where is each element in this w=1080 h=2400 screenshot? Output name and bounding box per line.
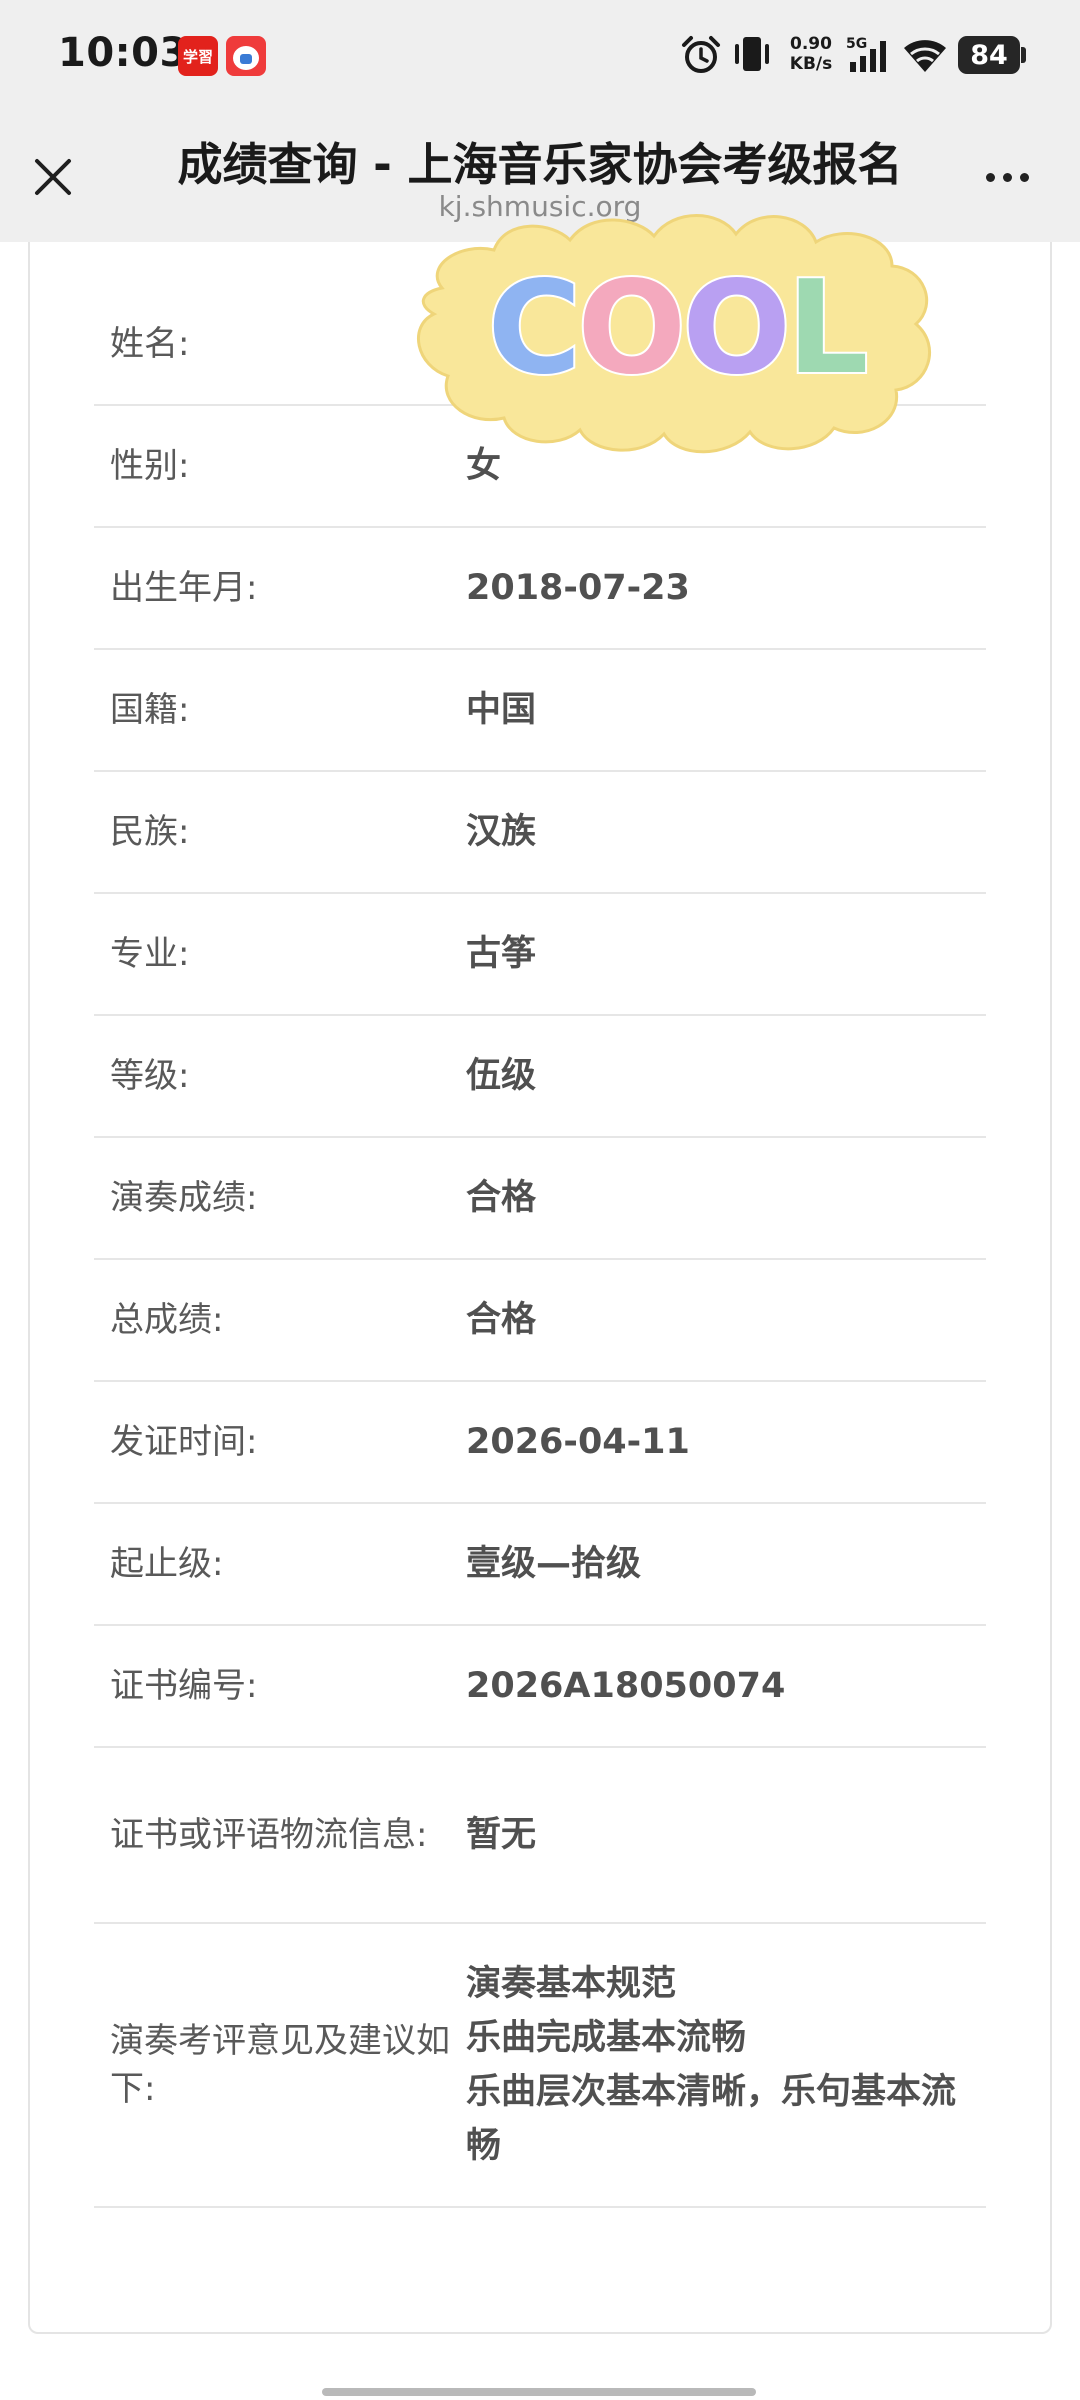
signal-icon: 5G [846,36,886,72]
home-indicator [322,2388,756,2396]
result-row-certificate-number: 证书编号: 2026A18050074 [94,1626,986,1748]
close-icon [35,159,71,195]
sticker-letter: O [682,254,787,403]
sticker-letter: O [577,254,682,403]
row-label: 演奏成绩: [110,1178,258,1218]
result-row-birth-date: 出生年月: 2018-07-23 [94,528,986,650]
row-label: 证书编号: [110,1666,258,1706]
result-table: 姓名: 性别: 女 出生年月: 2018-07-23 国籍: 中国 民族: 汉族… [94,284,986,2208]
battery-nub [1021,47,1026,63]
more-dot-icon [1019,172,1029,182]
alarm-icon [682,36,720,73]
result-row-performance-score: 演奏成绩: 合格 [94,1138,986,1260]
result-row-comments: 演奏考评意见及建议如下: 演奏基本规范 乐曲完成基本流畅 乐曲层次基本清晰，乐句… [94,1924,986,2208]
net-speed-unit: KB/s [789,54,833,74]
more-dot-icon [985,172,995,182]
app-badge-label: 学習 [182,47,213,66]
more-dot-icon [1002,172,1012,182]
row-value: 中国 [466,690,537,730]
row-label: 专业: [110,934,190,974]
row-label: 民族: [110,812,190,852]
row-value: 暂无 [466,1815,537,1855]
net-speed: 0.90 KB/s [786,34,836,74]
result-row-ethnicity: 民族: 汉族 [94,772,986,894]
close-button[interactable] [22,146,84,208]
row-value: 伍级 [466,1056,537,1096]
vibrate-icon [735,37,769,71]
status-time: 10:03 [58,30,188,76]
sticker-letter: L [787,254,866,403]
row-label: 总成绩: [110,1300,224,1340]
more-options-button[interactable] [972,162,1042,192]
result-row-total-score: 总成绩: 合格 [94,1260,986,1382]
cool-sticker: COOL [417,214,932,454]
row-value: 合格 [466,1300,537,1340]
row-value: 2026A18050074 [466,1666,786,1706]
sticker-letter: C [487,254,577,403]
result-row-issue-date: 发证时间: 2026-04-11 [94,1382,986,1504]
screen: 10:03 学習 0.90 KB/s 5G 84 成绩查询 - 上海音乐家协会考… [0,0,1080,2400]
row-label: 发证时间: [110,1422,258,1462]
row-value: 合格 [466,1178,537,1218]
result-row-major: 专业: 古筝 [94,894,986,1016]
row-value: 壹级—拾级 [466,1544,642,1584]
app-notification-icon-2 [226,36,266,76]
app-notification-icon: 学習 [178,36,218,76]
wifi-icon [904,40,946,72]
result-row-grade-level: 等级: 伍级 [94,1016,986,1138]
battery-indicator: 84 [958,36,1020,74]
row-label: 国籍: [110,690,190,730]
result-row-level-range: 起止级: 壹级—拾级 [94,1504,986,1626]
row-value: 汉族 [466,812,537,852]
net-speed-value: 0.90 [790,34,832,54]
page-title: 成绩查询 - 上海音乐家协会考级报名 [177,138,903,191]
row-value: 演奏基本规范 乐曲完成基本流畅 乐曲层次基本清晰，乐句基本流畅 [466,1964,957,2166]
row-label: 起止级: [110,1544,224,1584]
row-value: 2026-04-11 [466,1422,690,1462]
row-label: 演奏考评意见及建议如下: [110,2021,450,2109]
row-label: 出生年月: [110,568,258,608]
row-label: 证书或评语物流信息: [110,1815,428,1855]
network-type: 5G [846,36,867,52]
result-row-nationality: 国籍: 中国 [94,650,986,772]
battery-level: 84 [970,39,1008,71]
sticker-text: COOL [487,254,866,403]
row-value: 古筝 [466,934,537,974]
result-row-logistics: 证书或评语物流信息: 暂无 [94,1748,986,1924]
status-bar: 10:03 学習 0.90 KB/s 5G 84 [0,0,1080,110]
row-label: 等级: [110,1056,190,1096]
row-value: 2018-07-23 [466,568,690,608]
